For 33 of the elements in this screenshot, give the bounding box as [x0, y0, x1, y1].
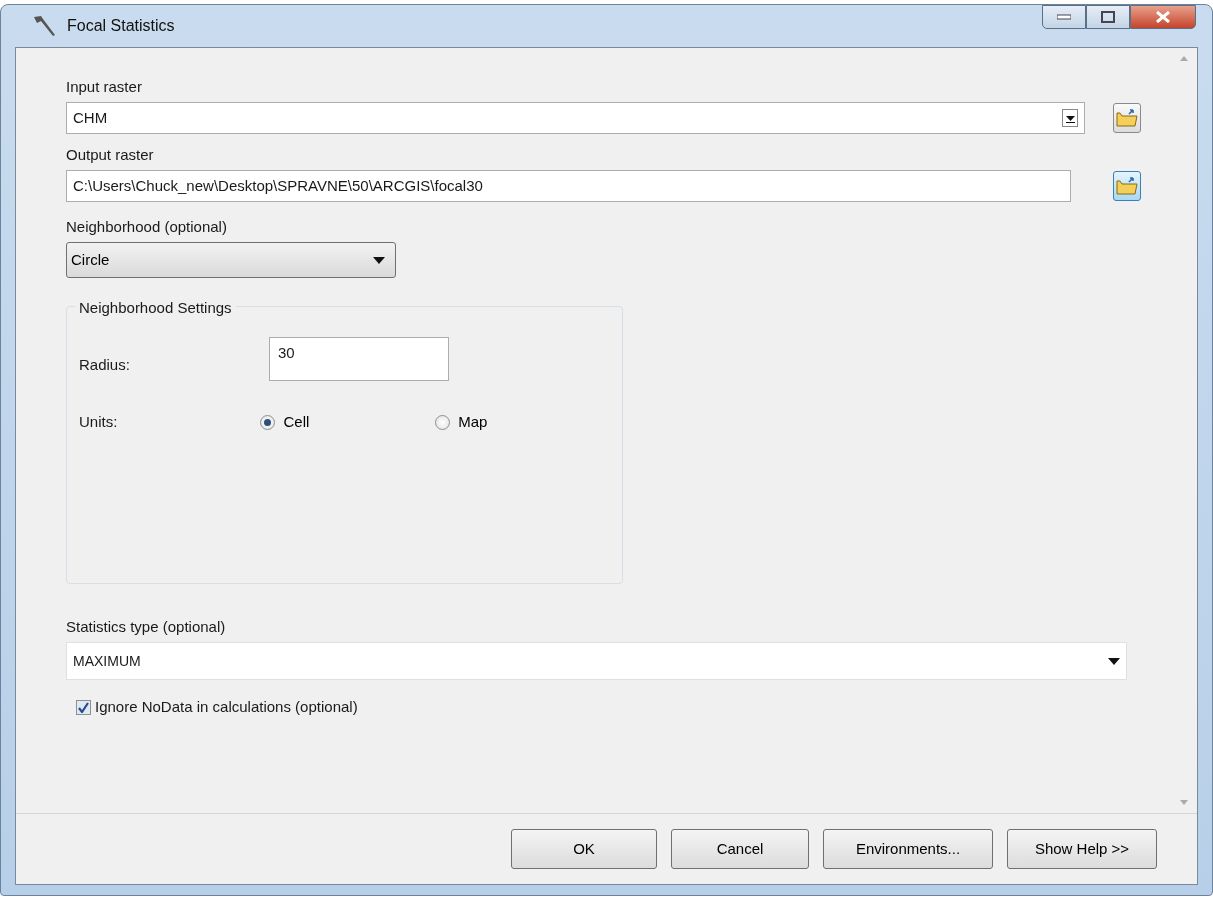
- close-icon: [1156, 11, 1170, 23]
- neighborhood-label: Neighborhood (optional): [66, 218, 228, 236]
- statistics-type-dropdown[interactable]: MAXIMUM: [66, 642, 1127, 680]
- radio-option[interactable]: Map: [435, 411, 610, 434]
- maximize-icon: [1101, 11, 1115, 23]
- radius-field[interactable]: 30: [269, 337, 449, 381]
- browse-folder-button[interactable]: [1113, 103, 1141, 133]
- caret-icon: [373, 256, 385, 264]
- hammer-icon: [31, 15, 57, 37]
- folder-icon: [1116, 176, 1138, 196]
- dialog-button[interactable]: Environments...: [823, 829, 993, 869]
- minimize-button[interactable]: [1042, 5, 1086, 29]
- folder-icon: [1116, 108, 1138, 128]
- window-title: Focal Statistics: [67, 16, 175, 36]
- minimize-icon: [1057, 14, 1071, 20]
- output-raster-label: Output raster: [66, 146, 155, 164]
- dialog-button[interactable]: Cancel: [671, 829, 809, 869]
- output-raster-field[interactable]: C:\Users\Chuck_new\Desktop\SPRAVNE\50\ARCGIS\focal30: [66, 170, 1071, 202]
- radio-option[interactable]: Cell: [260, 411, 436, 434]
- statistics-type-label: Statistics type (optional): [66, 618, 227, 636]
- dialog-button[interactable]: OK: [511, 829, 657, 869]
- neighborhood-dropdown[interactable]: Circle: [66, 242, 396, 278]
- check-icon: [78, 701, 89, 713]
- close-button[interactable]: [1130, 5, 1196, 29]
- units-label: Units:: [79, 412, 119, 432]
- input-raster-label: Input raster: [66, 78, 143, 96]
- dialog-button[interactable]: Show Help >>: [1007, 829, 1157, 869]
- input-raster-combo[interactable]: CHM: [66, 102, 1085, 134]
- browse-folder-button[interactable]: [1113, 171, 1141, 201]
- maximize-button[interactable]: [1086, 5, 1130, 29]
- radius-label: Radius:: [79, 354, 131, 375]
- ignore-nodata-checkbox[interactable]: Ignore NoData in calculations (optional): [76, 696, 1141, 719]
- caret-icon: [1108, 657, 1120, 665]
